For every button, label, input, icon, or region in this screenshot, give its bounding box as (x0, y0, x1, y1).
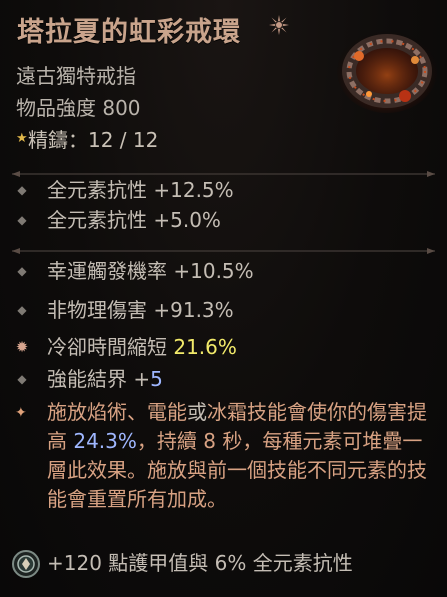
item-power: 物品強度 800 (16, 96, 141, 120)
diamond-bullet-icon: ◆ (17, 213, 27, 227)
affix-row: ◆ 幸運觸發機率 +10.5% (0, 257, 447, 287)
item-type: 遠古獨特戒指 (16, 64, 136, 88)
unique-power-part: 冰霜 (207, 400, 247, 424)
implicit-affix-text: 全元素抗性 +12.5% (47, 178, 234, 202)
unique-power-text: 施放焰術、電能或冰霜技能會使你的傷害提高 24.3%，持續 8 秒，每種元素可堆… (47, 398, 437, 514)
unique-item-icon (268, 14, 290, 36)
diamond-bullet-icon: ◆ (17, 372, 27, 386)
affix-label: 冷卻時間縮短 (47, 335, 174, 359)
unique-power-part: 或 (187, 400, 207, 424)
greater-affix-icon: ✹ (15, 338, 29, 356)
item-name: 塔拉夏的虹彩戒環 (17, 17, 241, 48)
affix-text: 強能結界 +5 (47, 365, 163, 393)
affix-label: 強能結界 + (47, 367, 151, 391)
unique-power-part: 施放焰術、電能 (47, 400, 187, 424)
affix-text: 冷卻時間縮短 21.6% (47, 333, 237, 361)
star-icon: ★ (16, 131, 28, 146)
masterwork-rank: 精鑄：12 / 12 (28, 128, 159, 152)
section-divider (12, 240, 435, 254)
affix-row-greater: ✹ 冷卻時間縮短 21.6% (0, 333, 447, 363)
implicit-affix-row: ◆ 全元素抗性 +5.0% (0, 206, 447, 236)
implicit-affix-row: ◆ 全元素抗性 +12.5% (0, 176, 447, 206)
affix-row: ◆ 非物理傷害 +91.3% (0, 296, 447, 326)
tooltip-header: 塔拉夏的虹彩戒環 遠古獨特戒指 物品強度 800 ★ 精鑄：12 / 12 (0, 0, 447, 170)
gem-socket-icon (11, 549, 41, 579)
diamond-bullet-icon: ◆ (17, 264, 27, 278)
unique-power-value: 24.3% (73, 429, 137, 453)
diamond-bullet-icon: ◆ (17, 303, 27, 317)
affix-value: 5 (150, 367, 163, 391)
item-tooltip: 塔拉夏的虹彩戒環 遠古獨特戒指 物品強度 800 ★ 精鑄：12 / 12 ◆ … (0, 0, 447, 597)
masterwork-value: 12 / 12 (88, 128, 159, 152)
ring-image (337, 16, 437, 114)
section-divider (12, 163, 435, 177)
affix-value: 21.6% (173, 335, 237, 359)
socket-bonus-text: +120 點護甲值與 6% 全元素抗性 (47, 551, 353, 575)
affix-row: ◆ 強能結界 +5 (0, 365, 447, 395)
affix-text: 非物理傷害 +91.3% (47, 298, 234, 322)
aspect-sparkle-icon: ✦ (15, 405, 27, 421)
implicit-affix-text: 全元素抗性 +5.0% (47, 208, 221, 232)
affix-text: 幸運觸發機率 +10.5% (47, 259, 254, 283)
diamond-bullet-icon: ◆ (17, 183, 27, 197)
masterwork-label: 精鑄 (28, 128, 68, 152)
